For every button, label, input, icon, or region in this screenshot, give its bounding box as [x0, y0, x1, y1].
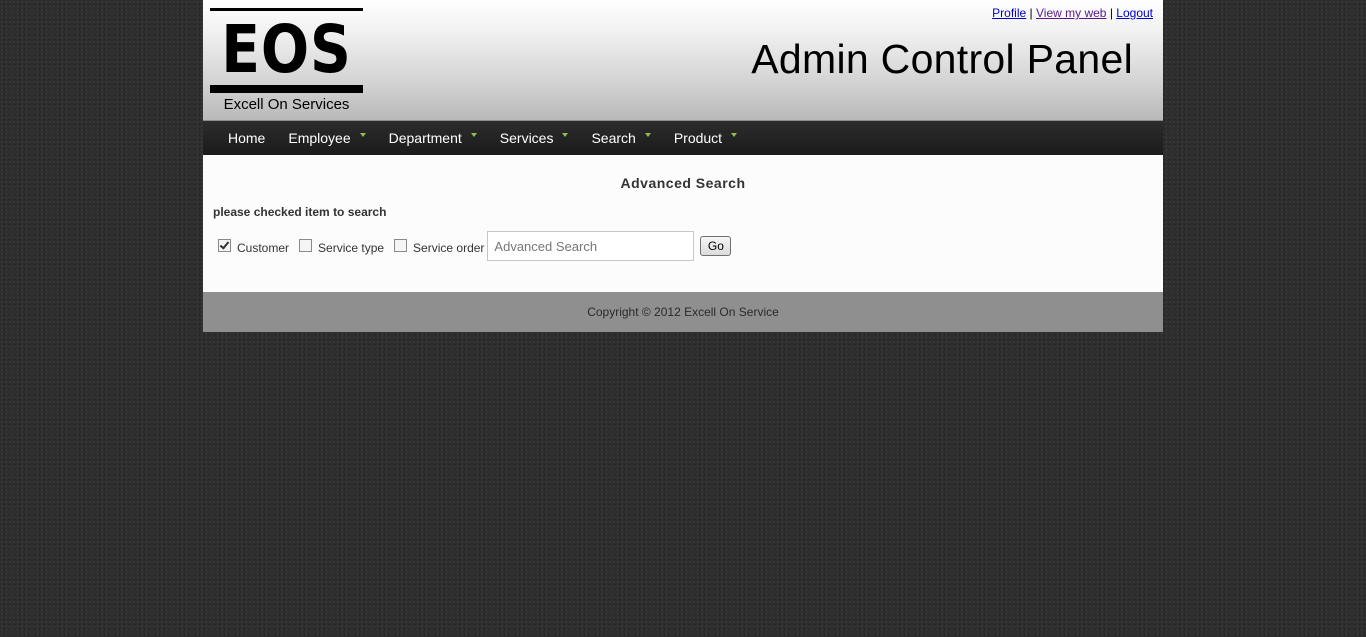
- caret-down-icon: [731, 133, 738, 137]
- nav-item-employee[interactable]: Employee: [288, 130, 366, 146]
- nav-item-product[interactable]: Product: [673, 130, 738, 146]
- logo-subtitle: Excell On Services: [223, 96, 350, 113]
- nav-item-label: Department: [388, 130, 462, 146]
- nav-item-home[interactable]: Home: [228, 130, 265, 146]
- header: EOS Excell On Services Profile | View my…: [203, 0, 1163, 121]
- logo-text: EOS: [221, 11, 352, 88]
- top-links: Profile | View my web | Logout: [992, 6, 1153, 20]
- advanced-search-input[interactable]: [487, 231, 695, 261]
- service-type-checkbox-label: Service type: [318, 241, 385, 255]
- main-content: Advanced Search please checked item to s…: [203, 155, 1163, 292]
- section-title: Advanced Search: [620, 175, 746, 191]
- service-order-checkbox-label: Service order: [413, 241, 485, 255]
- nav-item-label: Services: [499, 130, 554, 146]
- caret-down-icon: [562, 133, 569, 137]
- nav-item-label: Search: [591, 130, 636, 146]
- caret-down-icon: [359, 133, 366, 137]
- link-separator: |: [1109, 6, 1113, 20]
- advanced-search-form: Customer Service type Service order Go: [216, 231, 732, 261]
- logo[interactable]: EOS Excell On Services: [210, 8, 363, 113]
- search-instructions: please checked item to search: [213, 205, 387, 219]
- nav-item-department[interactable]: Department: [389, 130, 477, 146]
- logout-link[interactable]: Logout: [1116, 6, 1153, 20]
- copyright-text: Copyright © 2012 Excell On Service: [587, 305, 779, 319]
- nav-item-label: Home: [228, 130, 266, 146]
- view-my-web-link[interactable]: View my web: [1036, 6, 1106, 20]
- footer: Copyright © 2012 Excell On Service: [203, 292, 1163, 332]
- nav-item-label: Employee: [288, 130, 351, 146]
- go-button[interactable]: Go: [700, 236, 732, 256]
- main-nav: Home Employee Department Services Search…: [203, 121, 1163, 155]
- nav-item-services[interactable]: Services: [500, 130, 569, 146]
- caret-down-icon: [644, 133, 651, 137]
- caret-down-icon: [470, 133, 477, 137]
- nav-item-search[interactable]: Search: [591, 130, 651, 146]
- nav-item-label: Product: [673, 130, 723, 146]
- customer-checkbox-label: Customer: [237, 241, 290, 255]
- page-title: Admin Control Panel: [751, 36, 1133, 82]
- service-order-checkbox[interactable]: [394, 238, 408, 252]
- link-separator: |: [1029, 6, 1033, 20]
- service-type-checkbox[interactable]: [299, 238, 313, 252]
- customer-checkbox[interactable]: [218, 238, 231, 252]
- profile-link[interactable]: Profile: [992, 6, 1026, 20]
- page-wrapper: EOS Excell On Services Profile | View my…: [203, 0, 1163, 332]
- logo-mark: EOS: [210, 8, 363, 93]
